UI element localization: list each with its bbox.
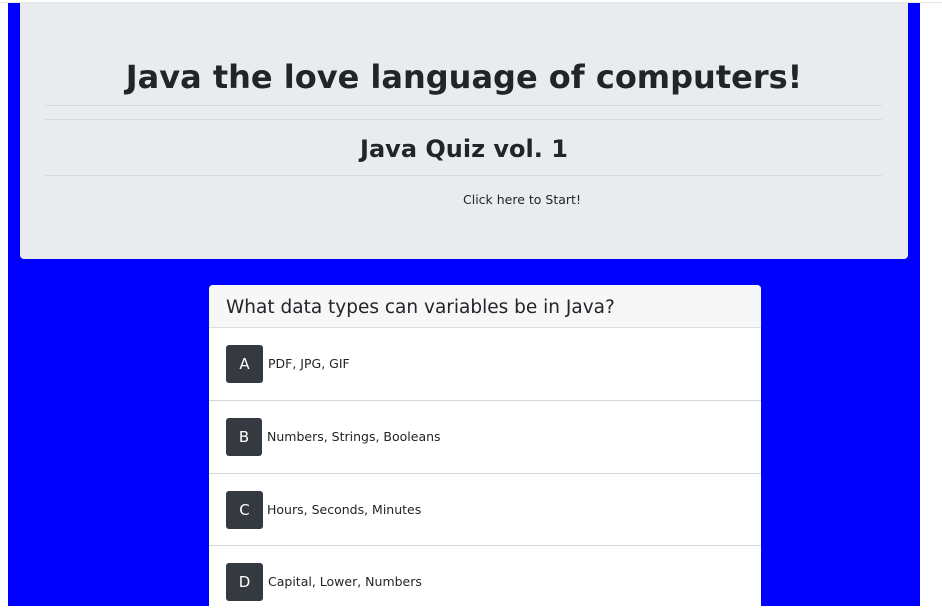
answer-option-d[interactable]: D Capital, Lower, Numbers [209, 546, 761, 615]
answer-option-b[interactable]: B Numbers, Strings, Booleans [209, 401, 761, 474]
answer-c-button[interactable]: C [226, 491, 263, 529]
answer-a-text: PDF, JPG, GIF [268, 356, 350, 371]
answer-option-a[interactable]: A PDF, JPG, GIF [209, 328, 761, 401]
question-card: What data types can variables be in Java… [209, 285, 761, 615]
answer-option-c[interactable]: C Hours, Seconds, Minutes [209, 474, 761, 546]
answer-d-text: Capital, Lower, Numbers [268, 574, 422, 589]
divider [45, 105, 882, 106]
divider [45, 175, 882, 176]
answer-d-button[interactable]: D [226, 563, 263, 601]
start-quiz-link[interactable]: Click here to Start! [463, 192, 581, 207]
question-text: What data types can variables be in Java… [209, 285, 761, 328]
answer-a-button[interactable]: A [226, 345, 263, 383]
quiz-subtitle: Java Quiz vol. 1 [360, 135, 568, 163]
answer-b-button[interactable]: B [226, 418, 262, 456]
answer-b-text: Numbers, Strings, Booleans [267, 429, 441, 444]
divider [45, 119, 882, 120]
header-jumbotron: Java the love language of computers! Jav… [20, 3, 908, 259]
answer-c-text: Hours, Seconds, Minutes [267, 502, 422, 517]
page-title: Java the love language of computers! [125, 58, 803, 96]
